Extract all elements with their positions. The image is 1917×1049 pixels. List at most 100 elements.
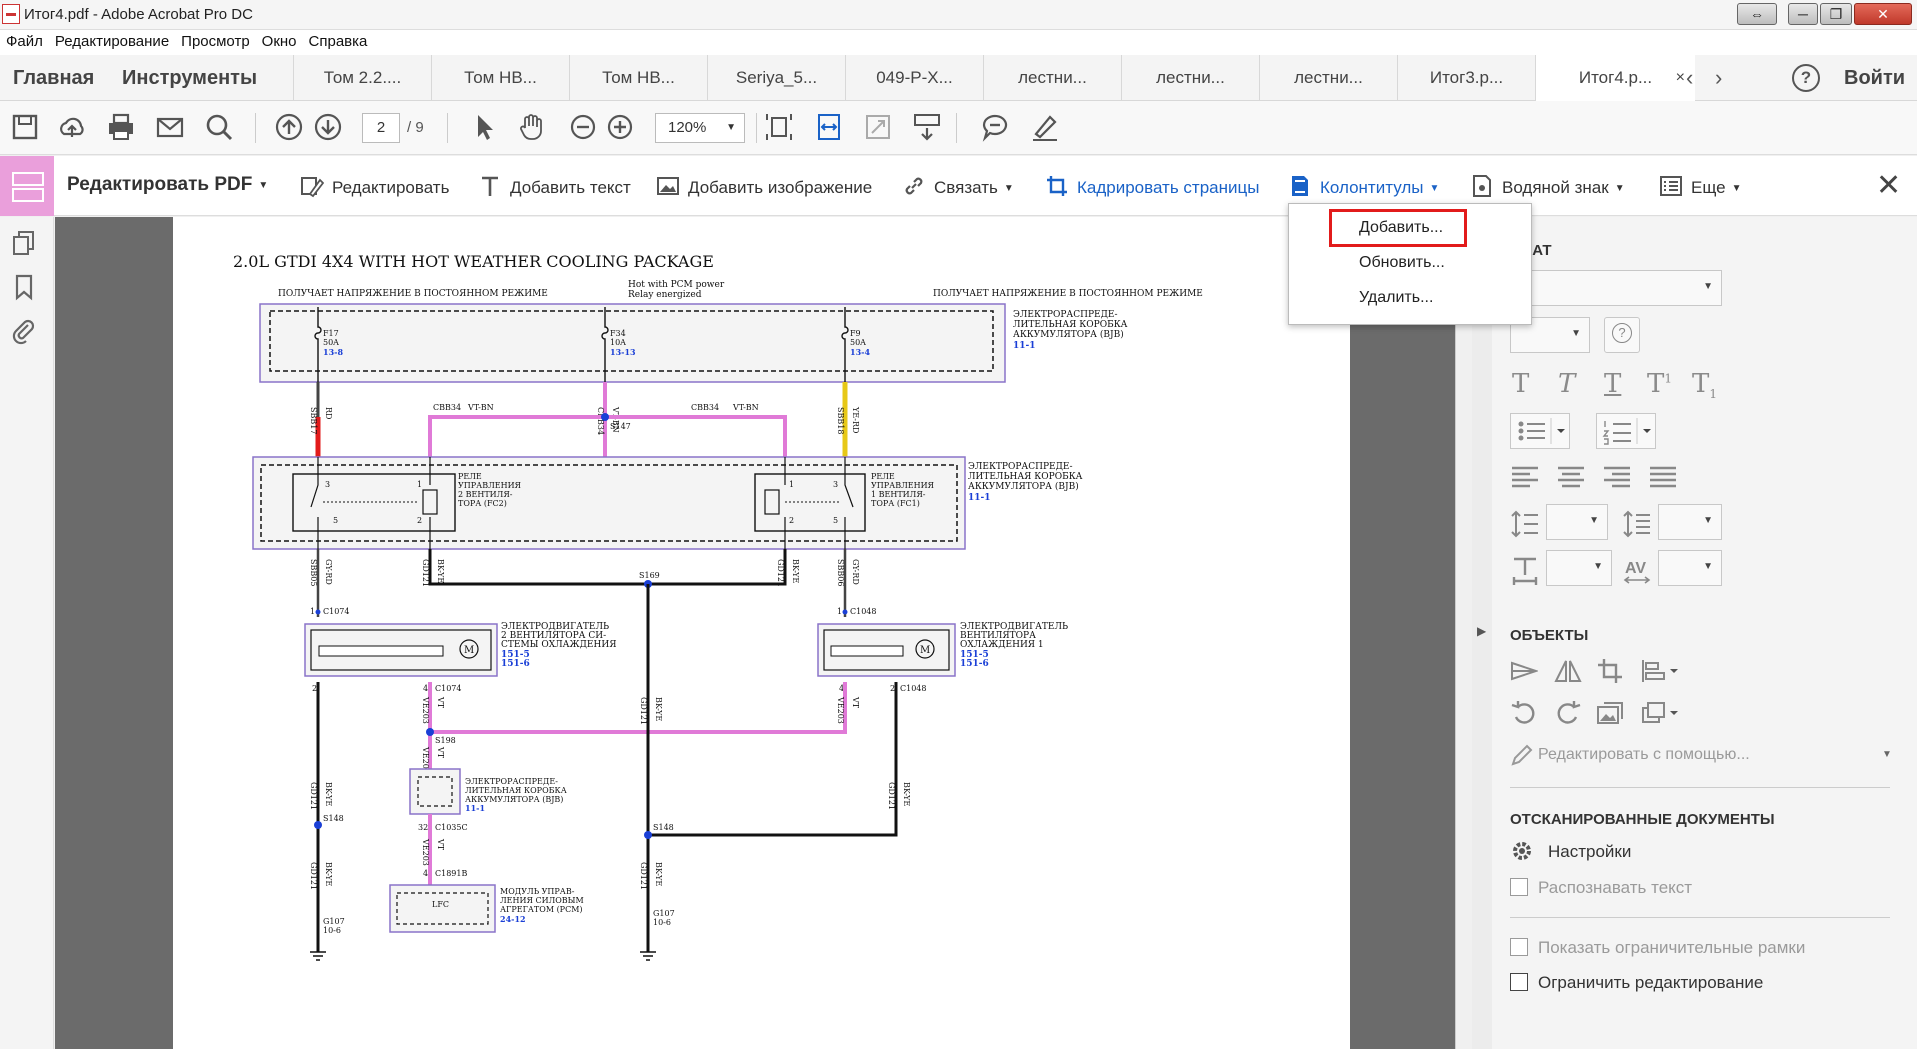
tabs-right-arrow-icon[interactable]: › [1715, 65, 1722, 91]
char-spacing-select[interactable]: ▼ [1658, 550, 1722, 586]
doc-tab[interactable]: лестни... [1121, 55, 1259, 101]
minimize-button[interactable]: ─ [1788, 3, 1818, 25]
edit-button[interactable]: Редактировать [300, 174, 449, 198]
replace-image-icon[interactable] [1596, 699, 1624, 727]
cloud-upload-icon[interactable] [57, 112, 87, 142]
superscript-icon[interactable]: T1 [1647, 369, 1672, 399]
tabs-left-arrow-icon[interactable]: ‹ [1686, 65, 1693, 91]
next-page-icon[interactable] [313, 112, 343, 142]
right-panel-toggle[interactable]: ▶ [1472, 217, 1492, 1049]
align-right-icon[interactable] [1602, 464, 1632, 488]
doc-tab[interactable]: Seriya_5... [707, 55, 845, 101]
resize-button[interactable]: ⇔ [1737, 3, 1777, 25]
doc-tab[interactable]: 049-Р-Х... [845, 55, 983, 101]
flip-horizontal-icon[interactable] [1554, 657, 1582, 685]
hand-tool-icon[interactable] [517, 112, 547, 142]
line-spacing-select[interactable]: ▼ [1546, 504, 1608, 540]
line-spacing-icon[interactable] [1510, 509, 1540, 539]
previous-page-icon[interactable] [274, 112, 304, 142]
align-objects-icon[interactable] [1640, 657, 1680, 685]
settings-gear-icon[interactable] [1510, 839, 1534, 863]
horizontal-scale-select[interactable]: ▼ [1546, 550, 1612, 586]
doc-tab-active[interactable]: Итог4.p... × [1535, 55, 1695, 101]
fit-page-icon[interactable] [764, 112, 794, 142]
crop-pages-button[interactable]: Кадрировать страницы [1045, 174, 1259, 198]
email-icon[interactable] [155, 112, 185, 142]
align-left-icon[interactable] [1510, 464, 1540, 488]
rotate-right-icon[interactable] [1554, 699, 1582, 727]
menu-view[interactable]: Просмотр [175, 30, 256, 50]
zoom-select[interactable]: 120% ▼ [655, 113, 745, 143]
subscript-icon[interactable]: T1 [1692, 369, 1717, 401]
text-underline-icon[interactable]: T [1604, 369, 1621, 399]
login-button[interactable]: Войти [1844, 67, 1905, 90]
bullet-list-button[interactable] [1510, 413, 1570, 449]
attachments-paperclip-icon[interactable] [10, 317, 38, 345]
menu-item-update[interactable]: Обновить... [1359, 254, 1445, 272]
zoom-in-icon[interactable] [605, 112, 635, 142]
paragraph-spacing-select[interactable]: ▼ [1658, 504, 1722, 540]
page-number-input[interactable]: 2 [362, 113, 400, 143]
print-icon[interactable] [106, 112, 136, 142]
doc-tab[interactable]: лестни... [1259, 55, 1397, 101]
vertical-scrollbar[interactable]: ▲ ▼ [1455, 217, 1457, 1049]
menu-edit[interactable]: Редактирование [49, 30, 175, 50]
chevron-down-icon[interactable]: ▼ [1882, 749, 1892, 760]
edit-pdf-tool-icon[interactable] [0, 156, 54, 216]
menu-help[interactable]: Справка [303, 30, 374, 50]
fit-width-icon[interactable] [814, 112, 844, 142]
doc-tab[interactable]: лестни... [983, 55, 1121, 101]
edit-pdf-title[interactable]: Редактировать PDF ▼ [67, 174, 268, 196]
doc-tab[interactable]: Том НВ... [569, 55, 707, 101]
add-text-button[interactable]: Добавить текст [478, 174, 631, 198]
search-icon[interactable] [204, 112, 234, 142]
scroll-mode-icon[interactable] [912, 112, 942, 142]
align-justify-icon[interactable] [1648, 464, 1678, 488]
doc-tab[interactable]: Итог3.p... [1397, 55, 1535, 101]
menu-item-add[interactable]: Добавить... [1359, 219, 1443, 237]
comment-icon[interactable] [980, 112, 1010, 142]
doc-tab[interactable]: Том 2.2.... [293, 55, 431, 101]
bookmarks-icon[interactable] [10, 273, 38, 301]
add-image-button[interactable]: Добавить изображение [656, 174, 872, 198]
watermark-button[interactable]: Водяной знак ▼ [1470, 174, 1625, 198]
paragraph-spacing-icon[interactable] [1622, 509, 1652, 539]
help-icon[interactable]: ? [1604, 317, 1640, 353]
arrange-objects-icon[interactable] [1640, 699, 1680, 727]
align-center-icon[interactable] [1556, 464, 1586, 488]
doc-tab[interactable]: Том НВ... [431, 55, 569, 101]
tab-tools[interactable]: Инструменты [122, 67, 257, 90]
show-bounding-boxes-checkbox[interactable]: Показать ограничительные рамки [1510, 938, 1805, 958]
close-edit-toolbar-icon[interactable]: ✕ [1876, 168, 1901, 203]
text-italic-icon[interactable]: T [1558, 369, 1575, 399]
font-family-select[interactable]: ▼ [1510, 270, 1722, 306]
zoom-out-icon[interactable] [568, 112, 598, 142]
full-screen-icon[interactable] [863, 112, 893, 142]
settings-option[interactable]: Настройки [1548, 842, 1631, 862]
menu-file[interactable]: Файл [0, 30, 49, 50]
link-button[interactable]: Связать ▼ [902, 174, 1014, 198]
menu-window[interactable]: Окно [256, 30, 303, 50]
tab-home[interactable]: Главная [13, 67, 94, 90]
horizontal-scale-icon[interactable] [1510, 555, 1540, 585]
close-window-button[interactable]: ✕ [1854, 3, 1912, 25]
flip-vertical-icon[interactable] [1510, 657, 1538, 685]
page-thumbnails-icon[interactable] [10, 229, 38, 257]
select-arrow-icon[interactable] [470, 112, 500, 142]
restrict-editing-checkbox[interactable]: Ограничить редактирование [1510, 973, 1763, 993]
recognize-text-checkbox[interactable]: Распознавать текст [1510, 878, 1692, 898]
document-view[interactable]: 2.0L GTDI 4X4 WITH HOT WEATHER COOLING P… [55, 217, 1457, 1049]
char-spacing-icon[interactable]: AV [1622, 555, 1652, 585]
numbered-list-button[interactable] [1596, 413, 1656, 449]
text-bold-icon[interactable]: T [1512, 369, 1529, 399]
more-button[interactable]: Еще ▼ [1659, 174, 1742, 198]
crop-object-icon[interactable] [1596, 657, 1624, 685]
save-icon[interactable] [10, 112, 40, 142]
edit-with-option[interactable]: Редактировать с помощью... [1538, 746, 1750, 764]
header-footer-button[interactable]: Колонтитулы ▼ [1288, 174, 1439, 198]
menu-item-remove[interactable]: Удалить... [1359, 289, 1433, 307]
close-tab-icon[interactable]: × [1676, 55, 1685, 101]
highlight-pen-icon[interactable] [1030, 112, 1060, 142]
help-icon[interactable]: ? [1792, 64, 1820, 92]
maximize-button[interactable]: ❐ [1820, 3, 1852, 25]
